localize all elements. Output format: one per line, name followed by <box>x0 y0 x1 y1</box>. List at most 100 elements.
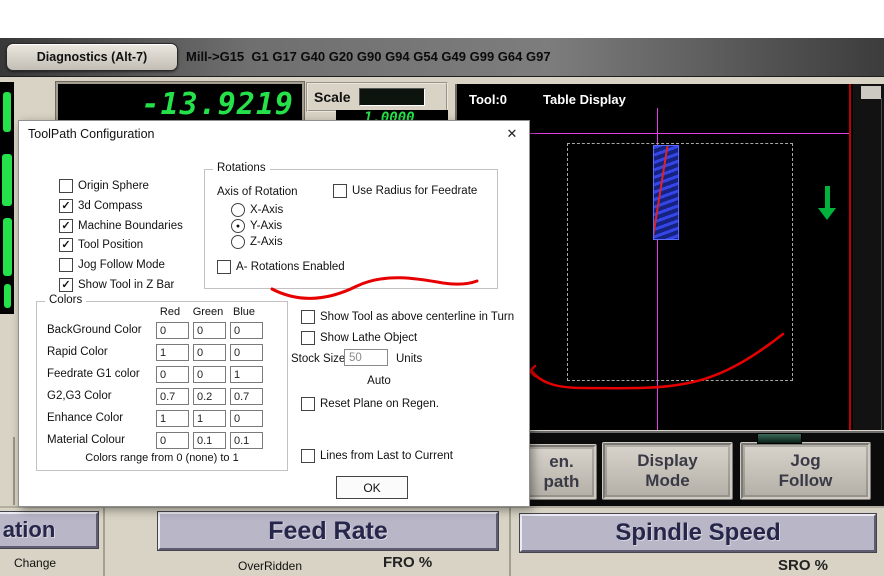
radio-label: X-Axis <box>250 204 284 216</box>
radio-circle: ● <box>231 219 245 233</box>
checkbox-label: Machine Boundaries <box>78 220 183 232</box>
axis-of-rotation-label: Axis of Rotation <box>217 186 298 198</box>
checkbox-label: Use Radius for Feedrate <box>352 185 478 197</box>
rotations-group-label: Rotations <box>213 162 270 174</box>
checkbox-lines-last-to-current[interactable]: Lines from Last to Current <box>301 449 453 463</box>
background-red-field[interactable] <box>156 322 189 339</box>
scrollbar-track[interactable] <box>881 98 882 430</box>
checkbox-box <box>333 184 347 198</box>
checkbox-use-radius-feedrate[interactable]: Use Radius for Feedrate <box>333 184 477 198</box>
feedrate-blue-field[interactable] <box>230 366 263 383</box>
colors-range-note: Colors range from 0 (none) to 1 <box>85 452 239 464</box>
g2g3-red-field[interactable] <box>156 388 189 405</box>
checkbox-jog-follow-mode[interactable]: Jog Follow Mode <box>59 258 165 272</box>
checkbox-label: Show Lathe Object <box>320 332 418 344</box>
enhance-red-field[interactable] <box>156 410 189 427</box>
material-green-field[interactable] <box>193 432 226 449</box>
enhance-blue-field[interactable] <box>230 410 263 427</box>
checkbox-box <box>301 449 315 463</box>
radio-circle <box>231 203 245 217</box>
top-status-bar: Diagnostics (Alt-7) Mill->G15 G1 G17 G40… <box>0 38 884 77</box>
stock-size-label: Stock Size <box>291 353 346 365</box>
left-partial-header[interactable]: ation <box>0 512 98 548</box>
red-column-header: Red <box>159 306 181 318</box>
checkbox-box <box>301 331 315 345</box>
diagnostics-tab-button[interactable]: Diagnostics (Alt-7) <box>6 43 178 71</box>
fro-label: FRO % <box>383 554 433 571</box>
feed-rate-header: Feed Rate <box>158 512 498 550</box>
rapid-blue-field[interactable] <box>230 344 263 361</box>
rapid-green-field[interactable] <box>193 344 226 361</box>
display-right-gutter <box>853 84 884 430</box>
scale-label: Scale <box>314 89 351 105</box>
checkbox-origin-sphere[interactable]: Origin Sphere <box>59 179 149 193</box>
scrollbar-button[interactable] <box>861 86 881 99</box>
scale-led-display <box>358 88 425 106</box>
overridden-label: OverRidden <box>237 559 303 573</box>
checkbox-label: A- Rotations Enabled <box>236 261 345 273</box>
radio-label: Y-Axis <box>250 220 283 232</box>
units-label: Units <box>396 353 423 365</box>
checkbox-label: 3d Compass <box>78 200 143 212</box>
g2g3-blue-field[interactable] <box>230 388 263 405</box>
jog-follow-label-1: Jog <box>790 451 821 471</box>
machine-boundary-box <box>567 143 793 381</box>
stock-size-field[interactable] <box>344 349 388 366</box>
checkbox-show-tool-z-bar[interactable]: ✓ Show Tool in Z Bar <box>59 278 174 292</box>
rapid-red-field[interactable] <box>156 344 189 361</box>
background-color-label: BackGround Color <box>47 324 142 336</box>
radio-label: Z-Axis <box>250 236 283 248</box>
g2g3-green-field[interactable] <box>193 388 226 405</box>
material-colour-label: Material Colour <box>47 434 125 446</box>
colors-group: Colors Red Green Blue BackGround Color R… <box>36 294 288 471</box>
feedrate-color-label: Feedrate G1 color <box>47 368 140 380</box>
checkbox-box <box>301 310 315 324</box>
checkbox-label: Origin Sphere <box>78 180 149 192</box>
material-blue-field[interactable] <box>230 432 263 449</box>
checkbox-box: ✓ <box>59 238 73 252</box>
feedrate-red-field[interactable] <box>156 366 189 383</box>
background-blue-field[interactable] <box>230 322 263 339</box>
jog-follow-button[interactable]: Jog Follow <box>740 442 871 500</box>
regen-button-label-1: en. <box>549 452 574 472</box>
change-label: Change <box>14 556 57 570</box>
checkbox-box <box>59 258 73 272</box>
background-green-field[interactable] <box>193 322 226 339</box>
display-mode-label-2: Mode <box>645 471 690 490</box>
sro-label: SRO % <box>778 557 829 574</box>
spindle-speed-header: Spindle Speed <box>520 514 876 552</box>
checkbox-show-lathe-object[interactable]: Show Lathe Object <box>301 331 417 345</box>
rapid-move-line <box>654 146 669 239</box>
checkbox-label: Tool Position <box>78 239 144 251</box>
tool-number-label: Tool:0 <box>469 92 508 107</box>
direction-arrow-icon <box>825 186 830 210</box>
display-mode-button[interactable]: Display Mode <box>602 442 733 500</box>
material-red-field[interactable] <box>156 432 189 449</box>
radio-x-axis[interactable]: X-Axis <box>231 203 283 217</box>
checkbox-show-tool-centerline[interactable]: Show Tool as above centerline in Turn <box>301 310 514 324</box>
radio-z-axis[interactable]: Z-Axis <box>231 235 283 249</box>
display-mode-label-1: Display <box>637 451 698 471</box>
close-icon[interactable]: ✕ <box>495 121 529 147</box>
checkbox-label: Show Tool in Z Bar <box>78 279 175 291</box>
g2g3-color-label: G2,G3 Color <box>47 390 112 402</box>
colors-group-label: Colors <box>45 294 87 306</box>
checkbox-tool-position[interactable]: ✓ Tool Position <box>59 238 143 252</box>
regen-button-label-2: path <box>543 472 580 491</box>
feedrate-green-field[interactable] <box>193 366 226 383</box>
checkbox-machine-boundaries[interactable]: ✓ Machine Boundaries <box>59 219 183 233</box>
radio-y-axis[interactable]: ● Y-Axis <box>231 219 282 233</box>
ok-button[interactable]: OK <box>336 476 408 499</box>
checkbox-a-rotations-enabled[interactable]: A- Rotations Enabled <box>217 260 345 274</box>
checkbox-label: Reset Plane on Regen. <box>320 398 439 410</box>
scale-panel: Scale <box>306 82 448 112</box>
tool-position-marker <box>653 145 679 240</box>
enhance-green-field[interactable] <box>193 410 226 427</box>
display-edge-red-line <box>849 84 851 430</box>
checkbox-box <box>301 397 315 411</box>
screen: Diagnostics (Alt-7) Mill->G15 G1 G17 G40… <box>0 0 884 576</box>
checkbox-box: ✓ <box>59 199 73 213</box>
enhance-color-label: Enhance Color <box>47 412 124 424</box>
checkbox-3d-compass[interactable]: ✓ 3d Compass <box>59 199 143 213</box>
checkbox-reset-plane-regen[interactable]: Reset Plane on Regen. <box>301 397 439 411</box>
